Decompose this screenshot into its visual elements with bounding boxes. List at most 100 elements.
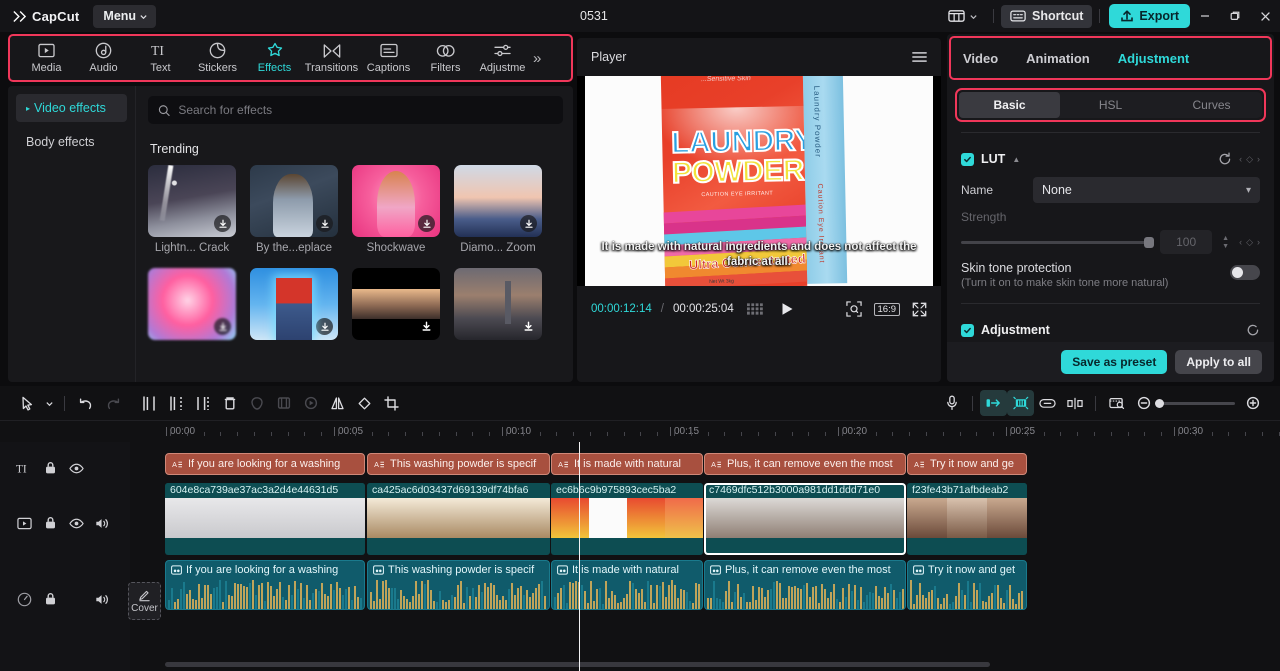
effect-item[interactable]: By the...eplace — [250, 165, 338, 254]
preview-zoom-icon[interactable] — [1103, 390, 1130, 416]
effect-item[interactable]: Shockwave — [352, 165, 440, 254]
lock-icon[interactable] — [40, 589, 60, 609]
audio-clip[interactable]: Plus, it can remove even the most — [704, 560, 906, 610]
timeline-zoom-slider[interactable] — [1155, 398, 1235, 408]
zoom-slider-knob[interactable] — [1155, 398, 1164, 408]
minimize-button[interactable] — [1190, 0, 1220, 32]
segment-basic[interactable]: Basic — [959, 92, 1060, 118]
split-icon[interactable] — [135, 390, 162, 416]
layout-button[interactable] — [940, 9, 986, 23]
zoom-in-icon[interactable] — [1239, 390, 1266, 416]
audio-clip[interactable]: Try it now and get — [907, 560, 1027, 610]
download-icon[interactable] — [214, 318, 231, 335]
tab-transitions[interactable]: Transitions — [303, 36, 360, 80]
reset-icon[interactable] — [1246, 323, 1260, 337]
download-icon[interactable] — [316, 215, 333, 232]
hamburger-icon[interactable] — [912, 51, 927, 63]
effect-item[interactable]: Lightn... Crack — [148, 165, 236, 254]
lut-name-select[interactable]: None ▾ — [1033, 177, 1260, 203]
keyframe-diamond-icon[interactable]: ◇ — [1246, 154, 1253, 165]
sidebar-item-video-effects[interactable]: ▸ Video effects — [16, 94, 127, 122]
crop-frame-icon[interactable] — [270, 390, 297, 416]
video-clip[interactable]: ec6b6c9b975893cec5ba2 — [551, 483, 703, 555]
segment-hsl[interactable]: HSL — [1060, 92, 1161, 118]
sidebar-item-body-effects[interactable]: Body effects — [16, 128, 127, 156]
select-tool-icon[interactable] — [14, 390, 41, 416]
video-clip[interactable]: ca425ac6d03437d69139df74bfa6 — [367, 483, 550, 555]
tab-adjustment[interactable]: Adjustment — [1118, 51, 1190, 66]
audio-clip[interactable]: It is made with natural — [551, 560, 703, 610]
download-icon[interactable] — [214, 215, 231, 232]
timeline-horizontal-scrollbar[interactable] — [165, 662, 990, 667]
microphone-icon[interactable] — [938, 390, 965, 416]
shortcut-button[interactable]: Shortcut — [1001, 4, 1093, 28]
mirror-icon[interactable] — [324, 390, 351, 416]
text-clip[interactable]: A If you are looking for a washing — [165, 453, 365, 475]
tab-text[interactable]: TI Text — [132, 36, 189, 80]
lut-strength-value[interactable]: 100 — [1160, 230, 1213, 254]
eye-icon[interactable] — [66, 513, 86, 533]
export-button[interactable]: Export — [1109, 4, 1190, 28]
playhead[interactable] — [579, 442, 580, 671]
lut-checkbox[interactable] — [961, 152, 974, 166]
search-effects-box[interactable] — [148, 96, 563, 124]
tab-adjustment[interactable]: Adjustme — [474, 36, 531, 80]
close-button[interactable] — [1250, 0, 1280, 32]
zoom-out-icon[interactable] — [1130, 390, 1157, 416]
effect-item[interactable] — [250, 268, 338, 345]
segment-curves[interactable]: Curves — [1161, 92, 1262, 118]
undo-icon[interactable] — [72, 390, 99, 416]
keyframe-next-icon[interactable]: › — [1257, 154, 1260, 164]
tab-filters[interactable]: Filters — [417, 36, 474, 80]
trim-right-icon[interactable] — [189, 390, 216, 416]
adjustment-checkbox[interactable] — [961, 323, 974, 337]
adjust-clip-icon[interactable] — [1007, 390, 1034, 416]
download-icon[interactable] — [316, 318, 333, 335]
volume-icon[interactable] — [92, 513, 112, 533]
tab-effects[interactable]: Effects — [246, 36, 303, 80]
keyframe-controls[interactable]: ‹ ◇ › — [1239, 154, 1260, 165]
effect-item[interactable] — [352, 268, 440, 345]
play-icon[interactable] — [781, 302, 794, 316]
slider-knob[interactable] — [1144, 236, 1155, 248]
effect-item[interactable] — [454, 268, 542, 345]
lock-icon[interactable] — [40, 513, 60, 533]
crop-icon[interactable] — [378, 390, 405, 416]
fullscreen-icon[interactable] — [912, 302, 927, 317]
download-icon[interactable] — [520, 318, 537, 335]
text-clip[interactable]: A It is made with natural — [551, 453, 703, 475]
trim-left-icon[interactable] — [162, 390, 189, 416]
video-clip-selected[interactable]: c7469dfc512b3000a981dd1ddd71e0 — [704, 483, 906, 555]
download-icon[interactable] — [520, 215, 537, 232]
text-clip[interactable]: A Plus, it can remove even the most — [704, 453, 906, 475]
tab-audio[interactable]: Audio — [75, 36, 132, 80]
aspect-ratio-button[interactable]: 16:9 — [873, 302, 900, 316]
toolbar-more-button[interactable]: » — [533, 50, 541, 67]
keyframe-next-icon[interactable]: › — [1257, 237, 1260, 247]
mask-icon[interactable] — [243, 390, 270, 416]
timeline-ruler[interactable]: 00:00 00:05 00:10 00:15 00:20 00:25 00:3… — [0, 420, 1280, 442]
text-clip[interactable]: A Try it now and ge — [907, 453, 1027, 475]
effect-item[interactable]: Diamo... Zoom — [454, 165, 542, 254]
tab-video[interactable]: Video — [963, 51, 998, 66]
save-as-preset-button[interactable]: Save as preset — [1061, 350, 1168, 374]
keyframe-prev-icon[interactable]: ‹ — [1239, 237, 1242, 247]
auto-cut-icon[interactable] — [980, 390, 1007, 416]
redo-icon[interactable] — [99, 390, 126, 416]
audio-clip[interactable]: This washing powder is specif — [367, 560, 550, 610]
select-dropdown-icon[interactable] — [41, 390, 57, 416]
freeze-icon[interactable] — [297, 390, 324, 416]
text-clip[interactable]: A This washing powder is specif — [367, 453, 550, 475]
collapse-icon[interactable]: ▲ — [1012, 155, 1020, 164]
rotate-icon[interactable] — [351, 390, 378, 416]
effect-item[interactable] — [148, 268, 236, 345]
video-stage[interactable]: Laundry Powder Caution Eye Irritant ...S… — [577, 76, 941, 286]
tab-stickers[interactable]: Stickers — [189, 36, 246, 80]
lock-icon[interactable] — [40, 458, 60, 478]
keyframe-controls[interactable]: ‹ ◇ › — [1239, 237, 1260, 248]
tab-animation[interactable]: Animation — [1026, 51, 1090, 66]
frames-icon[interactable] — [746, 303, 763, 315]
split-track-icon[interactable] — [1061, 390, 1088, 416]
skin-tone-toggle[interactable] — [1230, 265, 1260, 280]
audio-clip[interactable]: If you are looking for a washing — [165, 560, 365, 610]
